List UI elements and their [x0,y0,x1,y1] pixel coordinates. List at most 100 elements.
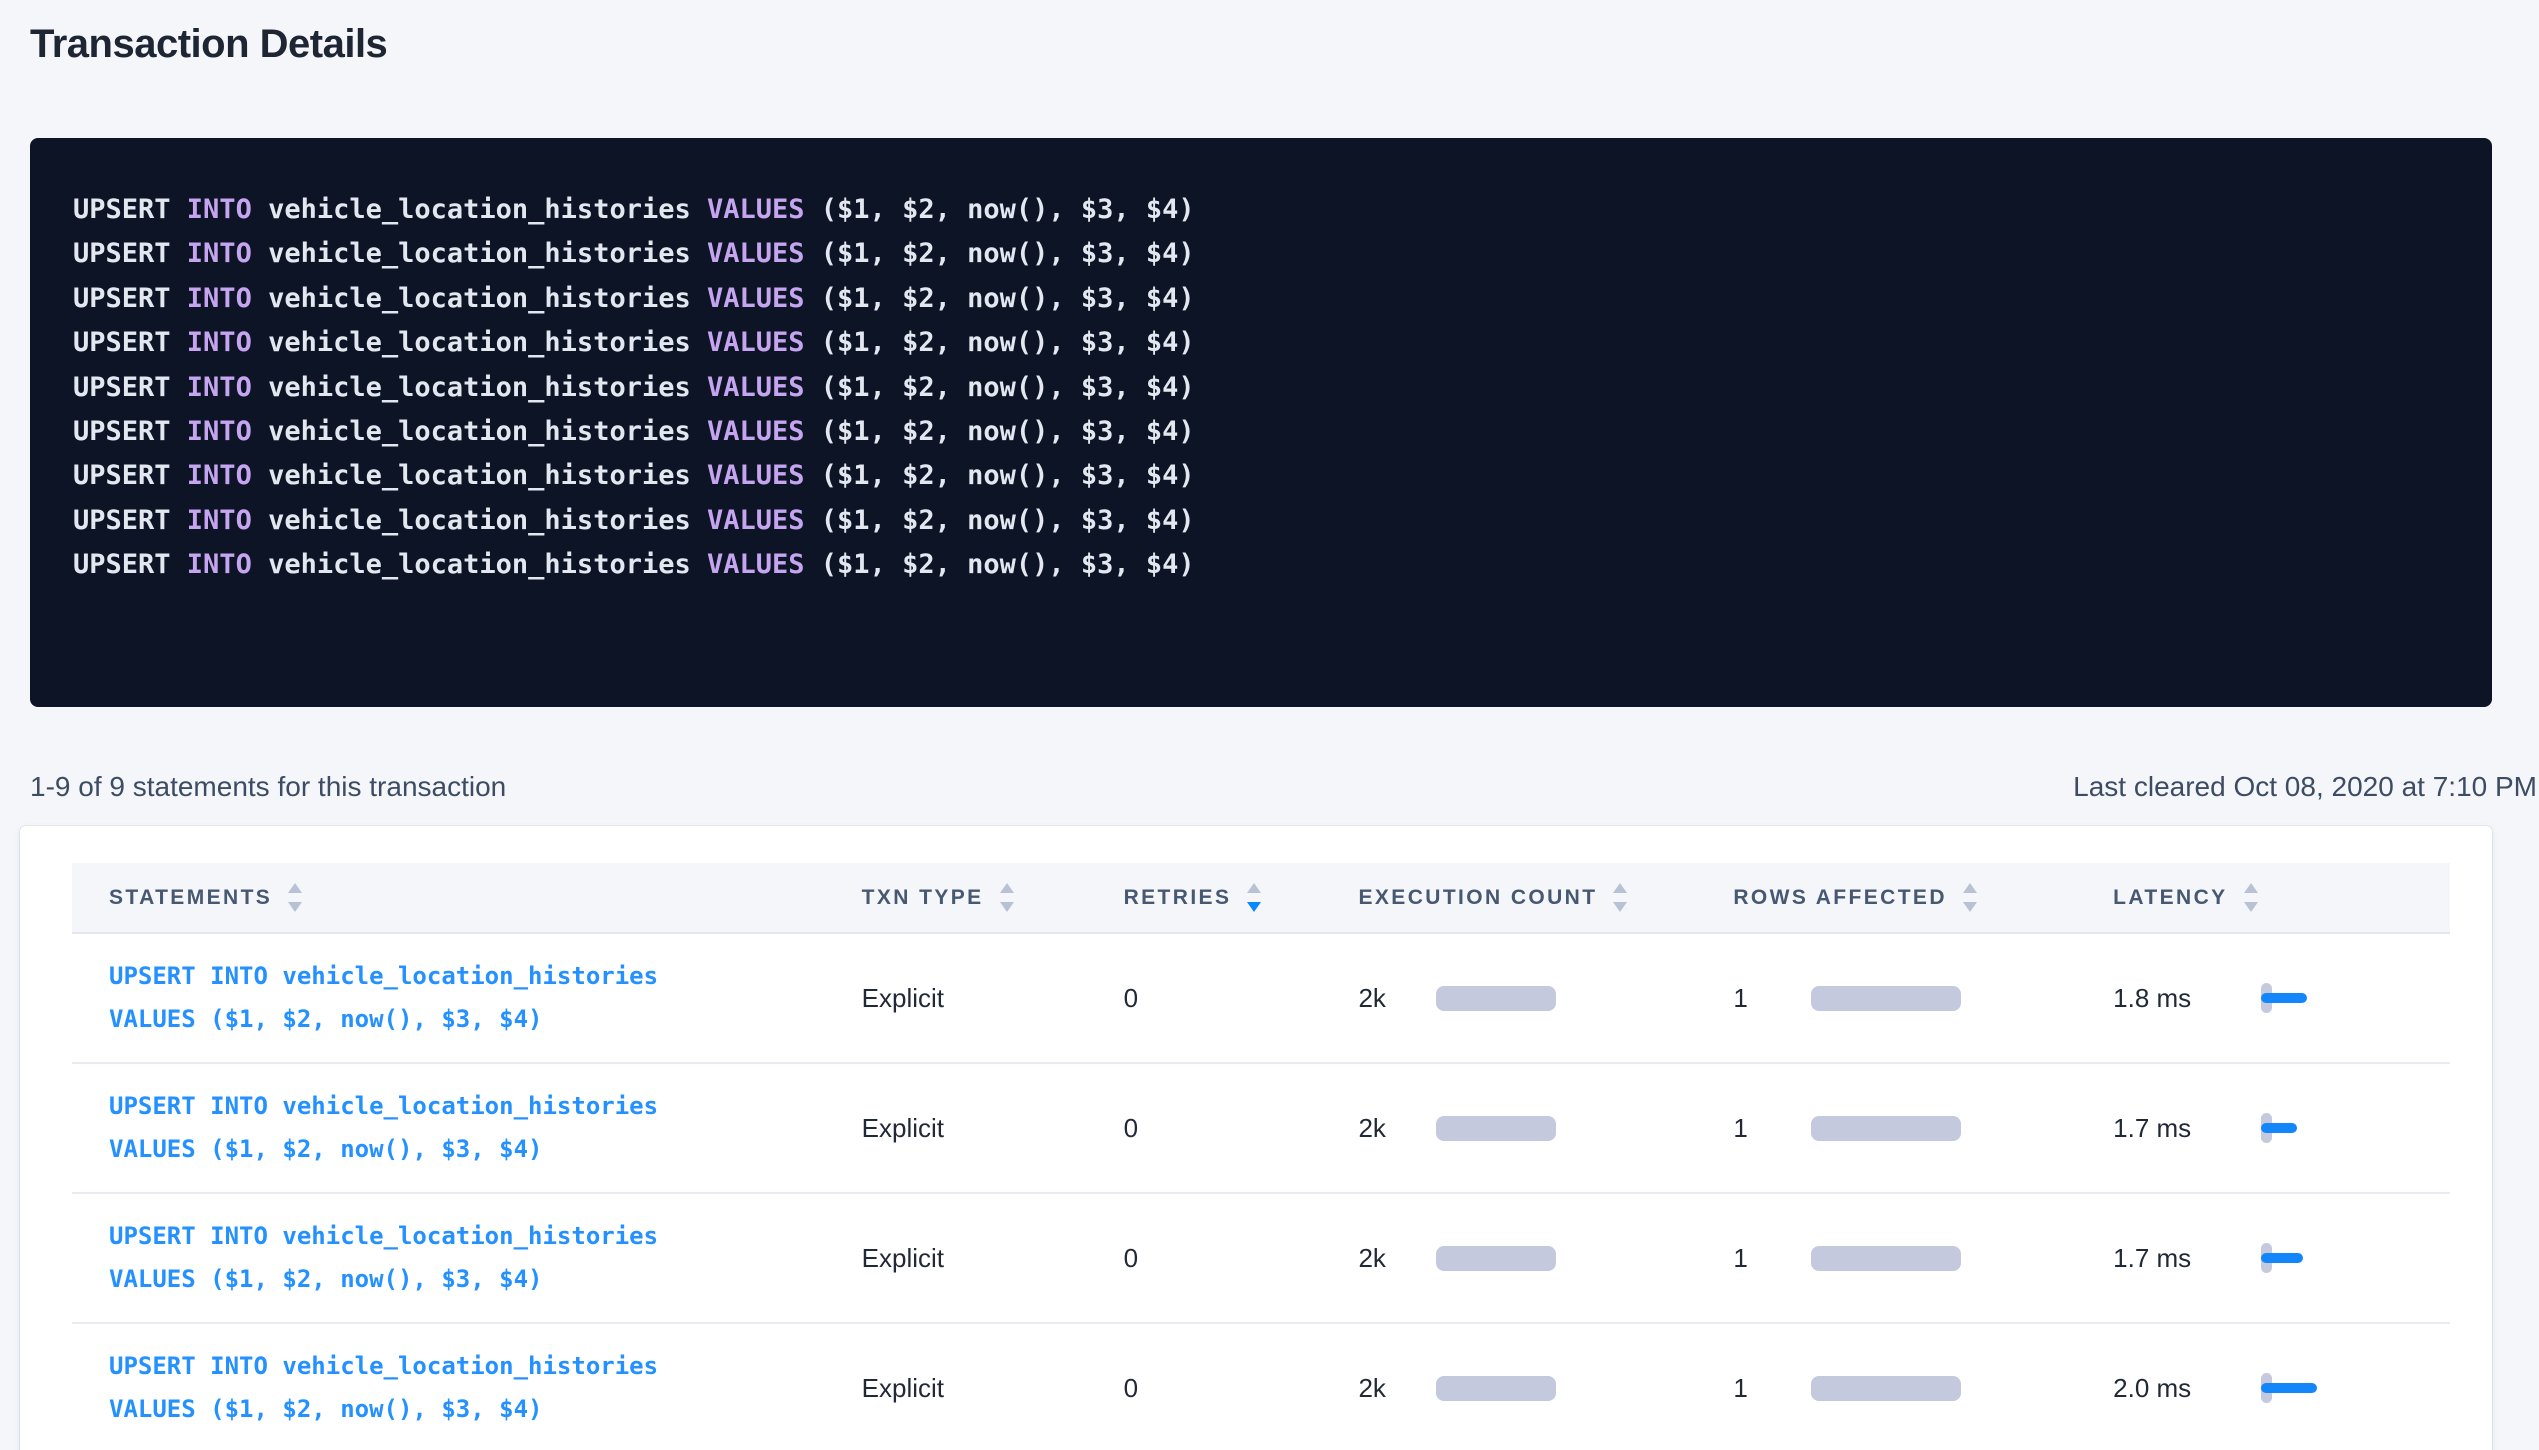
rows-affected-value: 1 [1733,1113,1811,1144]
retries-value: 0 [1124,1243,1138,1274]
sql-code-line: UPSERT INTO vehicle_location_histories V… [73,321,2452,365]
latency-bar-chart [2261,1243,2341,1273]
column-header-label: EXECUTION COUNT [1358,886,1597,910]
txn-type-cell: Explicit [825,1243,1087,1274]
last-cleared-text: Last cleared Oct 08, 2020 at 7:10 PM [2073,770,2537,804]
sort-arrows-icon[interactable] [1963,883,1977,912]
column-header-rows-affected[interactable]: ROWS AFFECTED [1696,883,2076,912]
statement-link[interactable]: UPSERT INTO vehicle_location_histories VA… [109,1221,658,1295]
txn-type-value: Explicit [862,1373,944,1404]
sort-asc-icon[interactable] [2244,883,2258,893]
column-header-label: TXN TYPE [862,886,984,910]
column-header-txn-type[interactable]: TXN TYPE [825,883,1087,912]
column-header-retries[interactable]: RETRIES [1087,883,1322,912]
sql-code-line: UPSERT INTO vehicle_location_histories V… [73,232,2452,276]
execution-count-cell: 2k [1321,1113,1696,1144]
execution-count-cell: 2k [1321,1373,1696,1404]
statement-link[interactable]: UPSERT INTO vehicle_location_historiesVA… [109,1351,658,1425]
column-header-label: LATENCY [2113,886,2227,910]
statement-line-1: UPSERT INTO vehicle_location_histories [109,1091,658,1122]
sort-arrows-icon[interactable] [1613,883,1627,912]
statement-line-1: UPSERT INTO vehicle_location_histories [109,1221,658,1252]
latency-cell: 1.7 ms [2076,1243,2450,1274]
statement-cell: UPSERT INTO vehicle_location_histories VA… [72,1221,825,1295]
statement-cell: UPSERT INTO vehicle_location_historiesVA… [72,961,825,1035]
latency-bar [2261,993,2307,1003]
column-header-statements[interactable]: STATEMENTS [72,883,825,912]
sql-code-block: UPSERT INTO vehicle_location_histories V… [30,138,2492,707]
sql-code-line: UPSERT INTO vehicle_location_histories V… [73,188,2452,232]
statements-table: STATEMENTS TXN TYPE RETRIES EXECUTION CO… [72,863,2450,1450]
sort-asc-icon[interactable] [1247,883,1261,893]
retries-value: 0 [1124,983,1138,1014]
rows-affected-cell: 1 [1696,1243,2076,1274]
page-title: Transaction Details [30,20,2509,68]
statements-count-text: 1-9 of 9 statements for this transaction [30,770,506,804]
statement-line-1: UPSERT INTO vehicle_location_histories [109,1351,658,1382]
retries-cell: 0 [1087,983,1322,1014]
latency-value: 2.0 ms [2113,1373,2261,1404]
sort-asc-icon[interactable] [288,883,302,893]
retries-cell: 0 [1087,1113,1322,1144]
sort-asc-icon[interactable] [1000,883,1014,893]
rows-affected-value: 1 [1733,983,1811,1014]
sort-desc-icon[interactable] [1247,902,1261,912]
column-header-label: RETRIES [1124,886,1232,910]
table-row: UPSERT INTO vehicle_location_histories VA… [72,1194,2450,1324]
statements-summary-bar: 1-9 of 9 statements for this transaction… [30,770,2537,804]
column-header-latency[interactable]: LATENCY [2076,883,2450,912]
latency-bar-chart [2261,983,2341,1013]
statement-line-2: VALUES ($1, $2, now(), $3, $4) [109,1004,658,1035]
retries-value: 0 [1124,1113,1138,1144]
latency-bar [2261,1383,2317,1393]
column-header-label: ROWS AFFECTED [1733,886,1947,910]
rows-affected-cell: 1 [1696,1373,2076,1404]
txn-type-value: Explicit [862,1113,944,1144]
sort-arrows-icon[interactable] [2244,883,2258,912]
statement-cell: UPSERT INTO vehicle_location_historiesVA… [72,1351,825,1425]
column-header-execution-count[interactable]: EXECUTION COUNT [1321,883,1696,912]
latency-cell: 1.7 ms [2076,1113,2450,1144]
table-row: UPSERT INTO vehicle_location_histories VA… [72,1064,2450,1194]
statement-line-2: VALUES ($1, $2, now(), $3, $4) [109,1134,658,1165]
txn-type-value: Explicit [862,983,944,1014]
execution-count-value: 2k [1358,1373,1436,1404]
statement-link[interactable]: UPSERT INTO vehicle_location_historiesVA… [109,961,658,1035]
rows-affected-value: 1 [1733,1243,1811,1274]
latency-bar [2261,1253,2303,1263]
txn-type-cell: Explicit [825,983,1087,1014]
sort-desc-icon[interactable] [288,902,302,912]
execution-count-bar [1436,1246,1556,1271]
latency-bar-chart [2261,1373,2341,1403]
sort-desc-icon[interactable] [1000,902,1014,912]
sort-arrows-icon[interactable] [1247,883,1261,912]
sql-code-line: UPSERT INTO vehicle_location_histories V… [73,499,2452,543]
sort-asc-icon[interactable] [1613,883,1627,893]
sql-code-line: UPSERT INTO vehicle_location_histories V… [73,277,2452,321]
table-row: UPSERT INTO vehicle_location_historiesVA… [72,1324,2450,1450]
statement-cell: UPSERT INTO vehicle_location_histories VA… [72,1091,825,1165]
rows-affected-bar [1811,1116,1961,1141]
sort-desc-icon[interactable] [1613,902,1627,912]
sql-code-line: UPSERT INTO vehicle_location_histories V… [73,543,2452,587]
transaction-details-page: Transaction Details UPSERT INTO vehicle_… [0,20,2539,1450]
execution-count-bar [1436,986,1556,1011]
statement-line-2: VALUES ($1, $2, now(), $3, $4) [109,1264,658,1295]
sort-desc-icon[interactable] [1963,902,1977,912]
execution-count-bar [1436,1376,1556,1401]
retries-cell: 0 [1087,1243,1322,1274]
latency-cell: 2.0 ms [2076,1373,2450,1404]
rows-affected-bar [1811,986,1961,1011]
latency-cell: 1.8 ms [2076,983,2450,1014]
statement-link[interactable]: UPSERT INTO vehicle_location_histories VA… [109,1091,658,1165]
sort-arrows-icon[interactable] [288,883,302,912]
sql-code-line: UPSERT INTO vehicle_location_histories V… [73,454,2452,498]
rows-affected-cell: 1 [1696,983,2076,1014]
column-header-label: STATEMENTS [109,886,272,910]
sort-arrows-icon[interactable] [1000,883,1014,912]
sort-asc-icon[interactable] [1963,883,1977,893]
execution-count-value: 2k [1358,1113,1436,1144]
latency-bar-chart [2261,1113,2341,1143]
sort-desc-icon[interactable] [2244,902,2258,912]
execution-count-cell: 2k [1321,983,1696,1014]
